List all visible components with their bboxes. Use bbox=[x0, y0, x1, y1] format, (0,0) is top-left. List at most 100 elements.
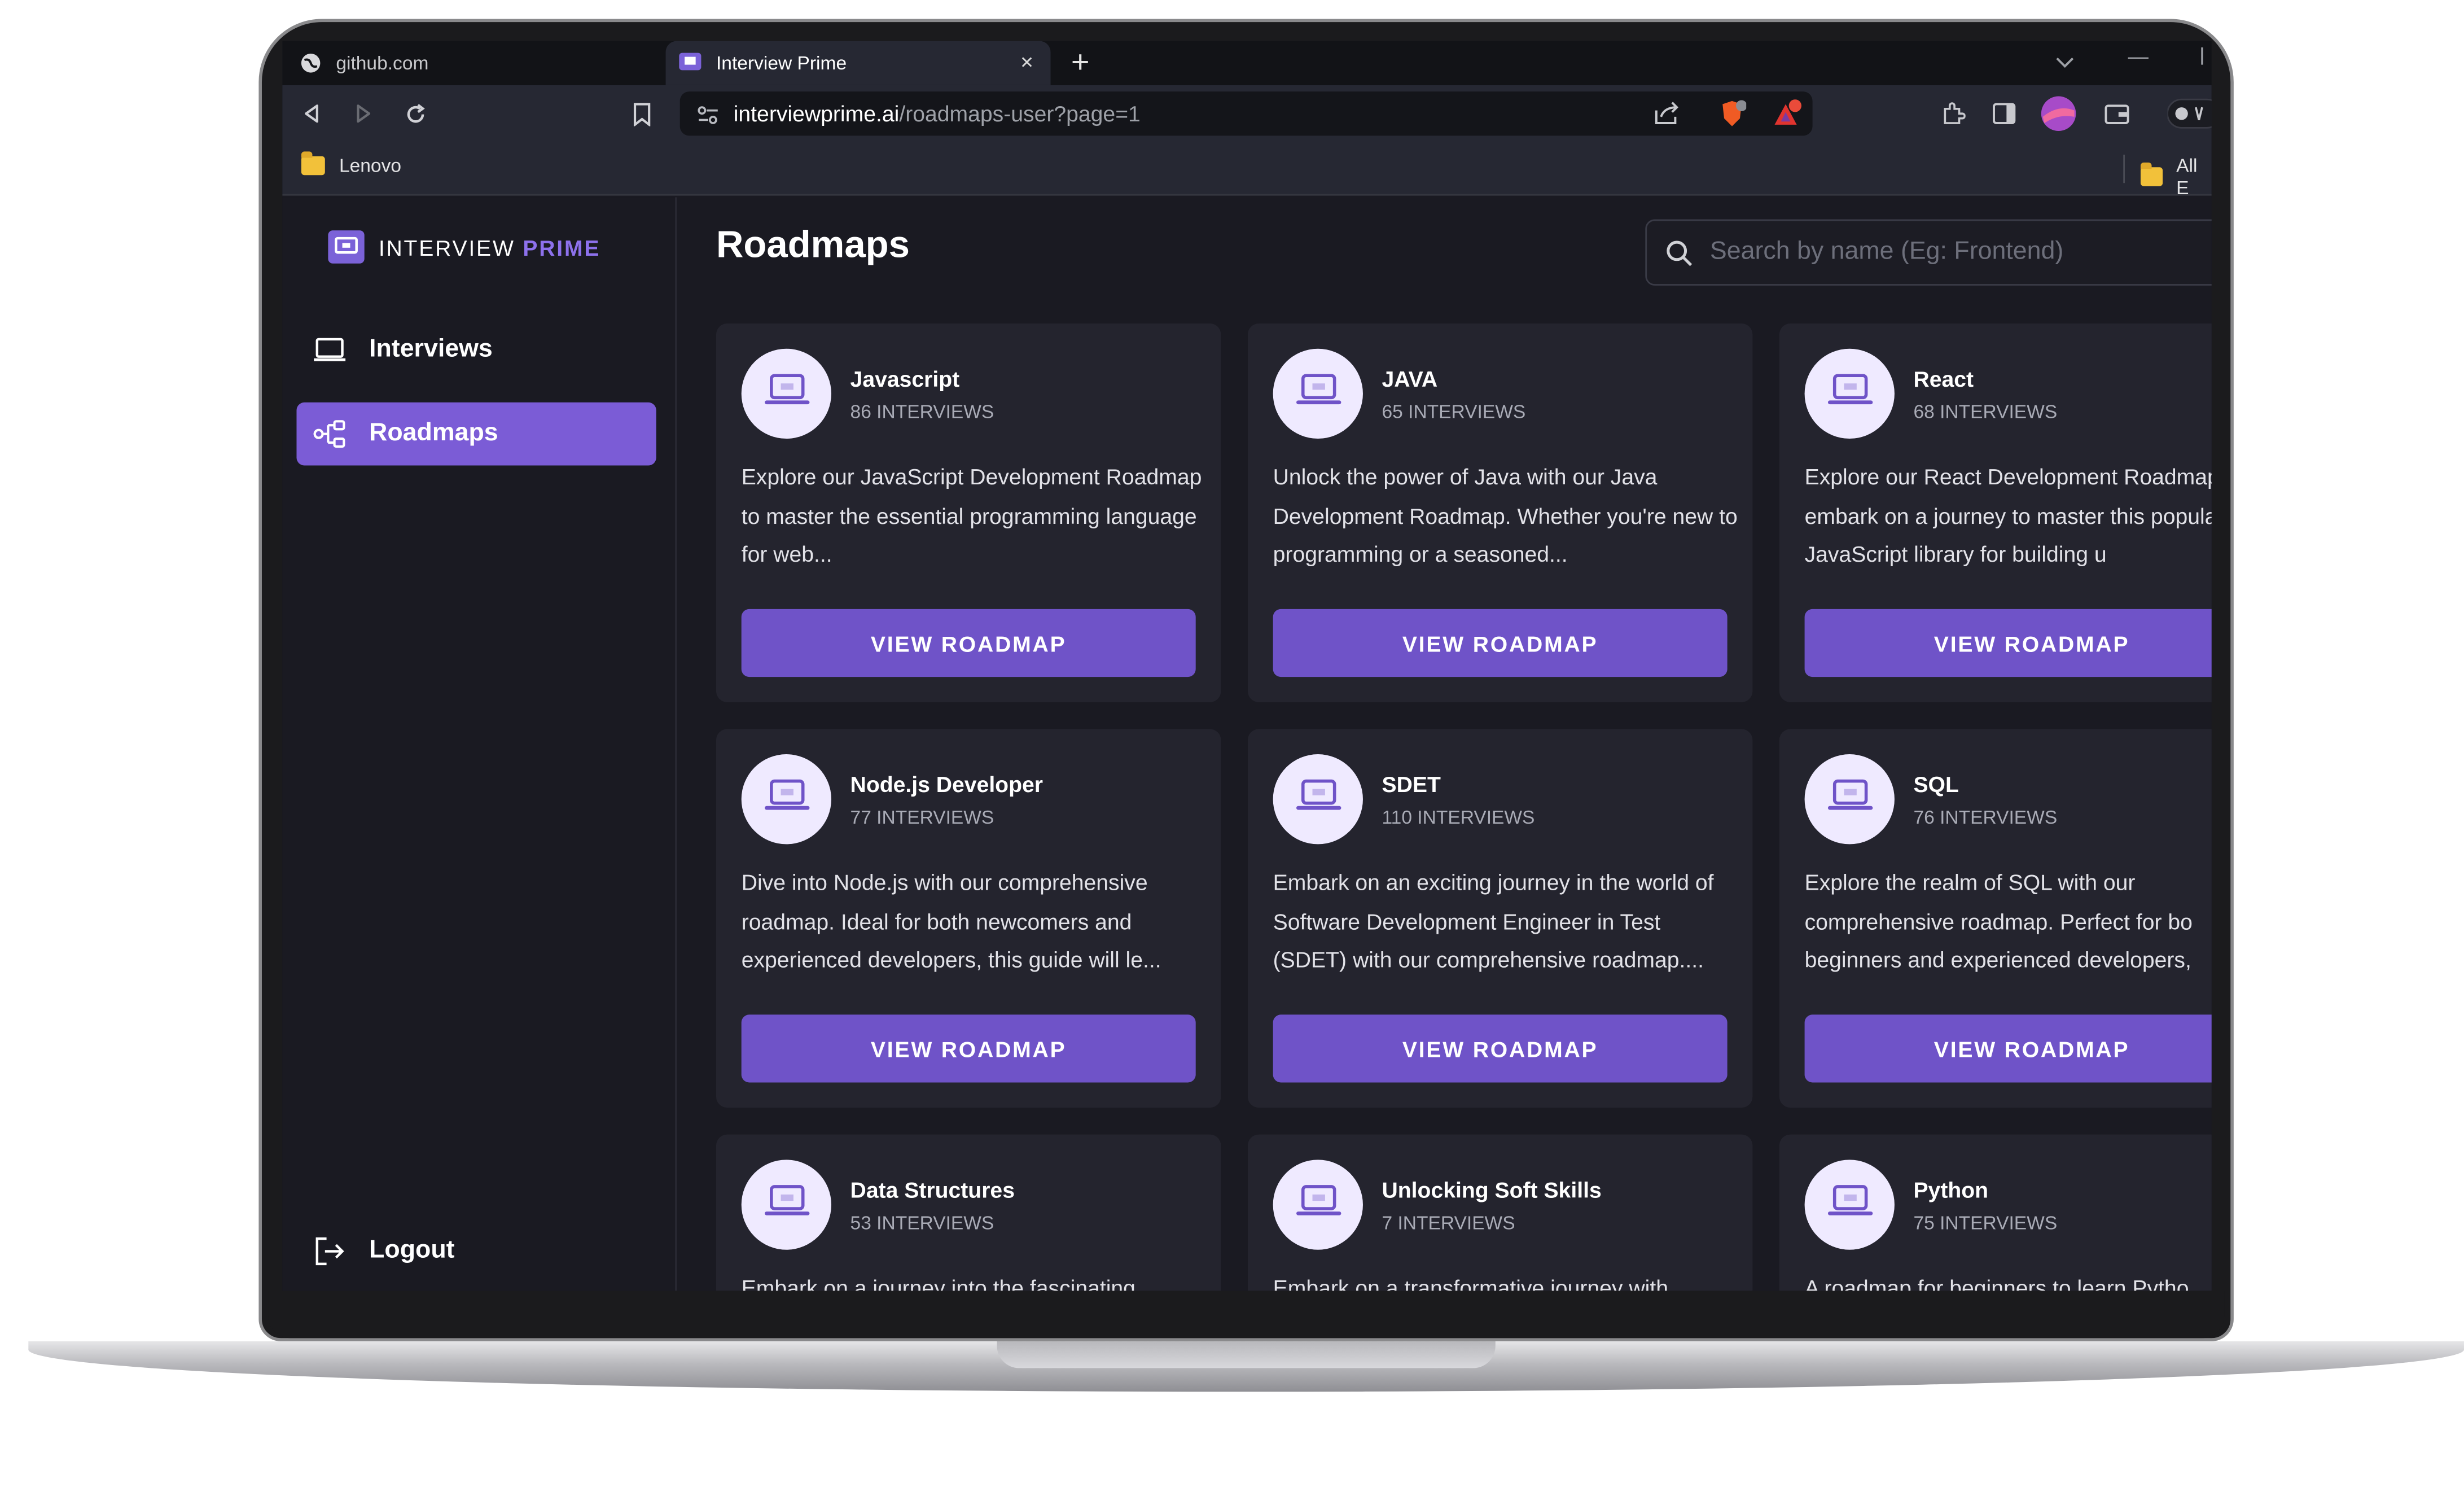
laptop-bezel-bottom bbox=[268, 1291, 2225, 1339]
card-description: Explore our JavaScript Development Roadm… bbox=[741, 463, 1202, 567]
screen: github.com Interview Prime × + — intervi… bbox=[282, 41, 2212, 1291]
laptop-icon bbox=[762, 1182, 810, 1228]
view-roadmap-button[interactable]: VIEW ROADMAP bbox=[741, 609, 1196, 677]
laptop-icon bbox=[762, 371, 810, 417]
maximize-icon[interactable] bbox=[2200, 47, 2212, 71]
extensions-icon[interactable] bbox=[1939, 99, 1967, 128]
brave-shields-icon[interactable] bbox=[1718, 99, 1747, 135]
laptop-icon bbox=[1826, 1182, 1873, 1228]
card-title: Javascript bbox=[850, 366, 960, 392]
bookmarks-divider bbox=[2123, 154, 2125, 183]
wallet-icon[interactable] bbox=[2103, 99, 2131, 128]
new-tab-icon[interactable]: + bbox=[1071, 47, 1090, 79]
logo[interactable]: INTERVIEW PRIME bbox=[328, 230, 600, 264]
browser-toolbar: interviewprime.ai/roadmaps-user?page=1 bbox=[282, 85, 2212, 142]
roadmap-card: Data Structures 53 INTERVIEWS Embark on … bbox=[716, 1134, 1221, 1291]
laptop-icon bbox=[1826, 776, 1873, 822]
card-description: Unlock the power of Java with our Java D… bbox=[1273, 463, 1738, 567]
logo-word-prime: PRIME bbox=[523, 234, 601, 260]
tab-search-chevron-icon[interactable] bbox=[2055, 50, 2075, 74]
sidebar-toggle-icon[interactable] bbox=[1989, 99, 2018, 128]
card-title: JAVA bbox=[1382, 366, 1438, 392]
reload-icon[interactable] bbox=[401, 99, 429, 128]
tab-label: Interview Prime bbox=[716, 52, 847, 75]
card-title: Node.js Developer bbox=[850, 771, 1043, 797]
search-input[interactable] bbox=[1709, 233, 2212, 272]
view-roadmap-button[interactable]: VIEW ROADMAP bbox=[1804, 609, 2212, 677]
search-icon bbox=[1664, 238, 1696, 270]
card-description: Dive into Node.js with our comprehensive… bbox=[741, 869, 1161, 972]
card-avatar bbox=[1804, 348, 1895, 439]
logo-word-interview: INTERVIEW bbox=[378, 234, 515, 260]
sidebar-item-roadmaps[interactable]: Roadmaps bbox=[296, 402, 656, 466]
tab-label: github.com bbox=[336, 52, 429, 75]
folder-icon bbox=[301, 151, 325, 176]
roadmap-card: Node.js Developer 77 INTERVIEWS Dive int… bbox=[716, 729, 1221, 1108]
logout-button[interactable]: Logout bbox=[296, 1220, 656, 1283]
card-avatar bbox=[1804, 1160, 1895, 1250]
card-title: SQL bbox=[1913, 771, 1959, 797]
bookmark-lenovo[interactable]: Lenovo bbox=[301, 151, 402, 177]
vpn-icon[interactable] bbox=[2163, 98, 2212, 129]
tab-github[interactable]: github.com bbox=[282, 41, 657, 85]
card-avatar bbox=[1273, 1160, 1363, 1250]
card-interview-count: 76 INTERVIEWS bbox=[1913, 806, 2058, 829]
card-avatar bbox=[1273, 348, 1363, 439]
laptop-hinge bbox=[997, 1341, 1496, 1368]
roadmap-card: SDET 110 INTERVIEWS Embark on an excitin… bbox=[1247, 729, 1753, 1108]
card-description: Embark on a journey into the fascinating bbox=[741, 1275, 1135, 1291]
card-title: Python bbox=[1913, 1177, 1989, 1202]
card-description: Embark on a transformative journey with bbox=[1273, 1275, 1668, 1291]
roadmap-card: SQL 76 INTERVIEWS Explore the realm of S… bbox=[1779, 729, 2212, 1108]
back-icon[interactable] bbox=[298, 99, 326, 128]
laptop-icon bbox=[1294, 776, 1341, 822]
sidebar: INTERVIEW PRIME Interviews Roadmaps Logo… bbox=[282, 197, 677, 1291]
roadmap-card: Unlocking Soft Skills 7 INTERVIEWS Embar… bbox=[1247, 1134, 1753, 1291]
bookmark-all[interactable]: All E bbox=[2140, 155, 2212, 199]
tab-strip: github.com Interview Prime × + — bbox=[282, 41, 2212, 85]
bookmark-label: Lenovo bbox=[339, 154, 402, 177]
sidebar-item-interviews[interactable]: Interviews bbox=[296, 319, 656, 382]
card-avatar bbox=[1273, 754, 1363, 845]
card-avatar bbox=[741, 1160, 832, 1250]
logo-icon bbox=[328, 230, 365, 264]
minimize-icon[interactable]: — bbox=[2128, 44, 2149, 68]
bookmark-icon[interactable] bbox=[628, 99, 656, 128]
card-title: Unlocking Soft Skills bbox=[1382, 1177, 1602, 1202]
card-interview-count: 77 INTERVIEWS bbox=[850, 806, 994, 829]
folder-icon bbox=[2140, 162, 2162, 186]
card-description: Explore the realm of SQL with our compre… bbox=[1804, 869, 2193, 972]
card-avatar bbox=[1804, 754, 1895, 845]
bookmarks-bar: Lenovo All E bbox=[282, 142, 2212, 199]
close-tab-icon[interactable]: × bbox=[1016, 50, 1038, 72]
url-text[interactable]: interviewprime.ai/roadmaps-user?page=1 bbox=[734, 101, 1141, 126]
logout-label: Logout bbox=[369, 1237, 455, 1264]
address-bar[interactable]: interviewprime.ai/roadmaps-user?page=1 bbox=[679, 91, 1813, 136]
roadmap-icon bbox=[312, 417, 347, 451]
view-roadmap-button[interactable]: VIEW ROADMAP bbox=[1273, 609, 1728, 677]
forward-icon[interactable] bbox=[349, 99, 377, 128]
search-box[interactable] bbox=[1645, 219, 2212, 286]
page-title: Roadmaps bbox=[716, 224, 910, 267]
laptop-icon bbox=[1294, 371, 1341, 417]
share-icon[interactable] bbox=[1655, 101, 1680, 133]
url-path: /roadmaps-user?page=1 bbox=[899, 100, 1141, 126]
brave-rewards-icon[interactable] bbox=[1772, 99, 1803, 135]
card-description: Embark on an exciting journey in the wor… bbox=[1273, 869, 1714, 972]
card-interview-count: 65 INTERVIEWS bbox=[1382, 400, 1526, 423]
laptop-icon bbox=[762, 776, 810, 822]
card-interview-count: 86 INTERVIEWS bbox=[850, 400, 994, 423]
card-description: A roadmap for beginners to learn Pytho bbox=[1804, 1275, 2189, 1291]
logout-icon bbox=[312, 1234, 347, 1269]
view-roadmap-button[interactable]: VIEW ROADMAP bbox=[1804, 1014, 2212, 1083]
profile-avatar[interactable] bbox=[2040, 95, 2077, 133]
site-settings-icon[interactable] bbox=[697, 104, 719, 132]
view-roadmap-button[interactable]: VIEW ROADMAP bbox=[741, 1014, 1196, 1083]
view-roadmap-button[interactable]: VIEW ROADMAP bbox=[1273, 1014, 1728, 1083]
card-description: Explore our React Development Roadmap an… bbox=[1804, 463, 2212, 567]
tab-interview-prime[interactable]: Interview Prime × bbox=[665, 41, 1051, 85]
card-interview-count: 110 INTERVIEWS bbox=[1382, 806, 1535, 829]
laptop-icon bbox=[312, 333, 347, 368]
roadmap-card: Javascript 86 INTERVIEWS Explore our Jav… bbox=[716, 323, 1221, 702]
card-title: SDET bbox=[1382, 771, 1441, 797]
